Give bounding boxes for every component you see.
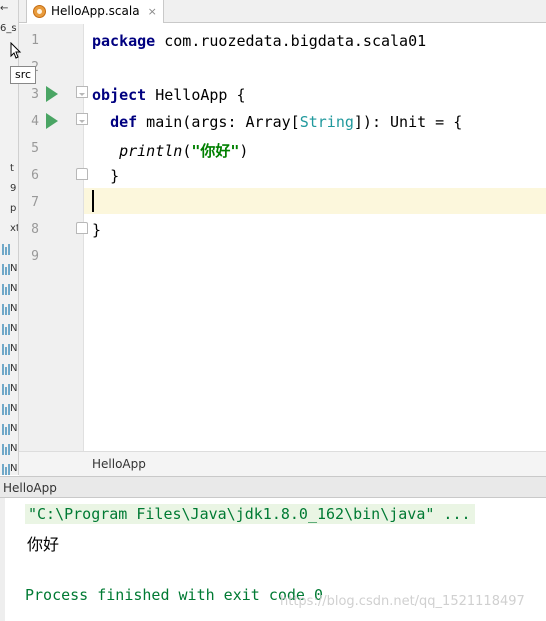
closing-brace: } xyxy=(92,221,102,239)
paren: ( xyxy=(182,142,192,160)
keyword: package xyxy=(92,32,156,50)
project-tree-label: 9 xyxy=(10,183,17,194)
string-literal: "你好" xyxy=(191,142,240,160)
project-tree-label: N xyxy=(10,463,18,474)
project-tree-item[interactable]: N xyxy=(0,420,18,441)
project-tree-label: N xyxy=(10,283,18,294)
editor-tab-bar: HelloApp.scala × xyxy=(19,0,546,23)
code-line-5: println("你好") xyxy=(92,140,248,161)
project-tree-label: t xyxy=(10,163,14,174)
project-tree-item[interactable]: N xyxy=(0,360,18,381)
line-number: 5 xyxy=(31,141,39,156)
project-tree-label: N xyxy=(10,443,18,454)
package-name: com.ruozedata.bigdata.scala01 xyxy=(155,32,427,50)
project-tree-item[interactable]: xte xyxy=(0,220,18,241)
function-call: println xyxy=(119,142,183,160)
project-tree-item[interactable]: N xyxy=(0,440,18,461)
scala-object-icon xyxy=(33,5,46,18)
run-console[interactable]: "C:\Program Files\Java\jdk1.8.0_162\bin\… xyxy=(0,498,546,621)
console-output: 你好 xyxy=(27,535,60,554)
current-line-highlight xyxy=(84,188,546,214)
project-tree-item[interactable]: N xyxy=(0,400,18,421)
method-signature: main(args: Array[ xyxy=(137,113,300,131)
line-number: 6 xyxy=(31,168,39,183)
project-tree-item[interactable]: N xyxy=(0,320,18,341)
code-line-4: def main(args: Array[String]): Unit = { xyxy=(92,113,462,131)
project-tree-item[interactable]: N xyxy=(0,460,18,475)
project-tree-label: N xyxy=(10,403,18,414)
project-tree-item[interactable]: ← xyxy=(0,0,18,21)
keyword: def xyxy=(110,113,138,131)
line-number: 9 xyxy=(31,249,39,264)
project-tree-label: 6_s xyxy=(0,23,17,34)
fold-end-main-icon[interactable] xyxy=(76,168,88,180)
project-tree-item[interactable] xyxy=(0,120,18,141)
line-number: 4 xyxy=(31,114,39,129)
close-icon[interactable]: × xyxy=(148,5,157,18)
line-number: 7 xyxy=(31,195,39,210)
project-tree-label: ← xyxy=(0,3,9,14)
project-tree-item[interactable] xyxy=(0,100,18,121)
project-tree-label: N xyxy=(10,423,18,434)
line-number: 3 xyxy=(31,87,39,102)
breadcrumb-item[interactable]: HelloApp xyxy=(92,457,146,471)
console-command[interactable]: "C:\Program Files\Java\jdk1.8.0_162\bin\… xyxy=(25,504,475,524)
watermark: https://blog.csdn.net/qq_1521118497 xyxy=(280,594,525,609)
project-tree-item[interactable]: N xyxy=(0,260,18,281)
run-panel-header: HelloApp xyxy=(0,476,546,498)
project-tree-item[interactable]: 6_s xyxy=(0,20,18,41)
project-tree-item[interactable] xyxy=(0,140,18,161)
console-exit-message: Process finished with exit code 0 xyxy=(25,586,324,604)
project-tree-label: p xyxy=(10,203,17,214)
project-tree-label: xte xyxy=(10,223,18,234)
type-name: String xyxy=(299,113,354,131)
tab-label: HelloApp.scala xyxy=(51,4,140,18)
tooltip: src xyxy=(10,66,37,84)
code-line-8: } xyxy=(92,221,101,239)
project-tree-label: N xyxy=(10,303,18,314)
project-tree-item[interactable]: N xyxy=(0,340,18,361)
run-object-icon[interactable] xyxy=(46,86,58,102)
run-tab-label[interactable]: HelloApp xyxy=(3,481,57,495)
tab-helloapp-scala[interactable]: HelloApp.scala × xyxy=(26,0,164,23)
project-tree-item[interactable]: N xyxy=(0,280,18,301)
project-tree-item[interactable]: N xyxy=(0,300,18,321)
project-tree-label: N xyxy=(10,363,18,374)
keyword: object xyxy=(92,86,147,104)
project-tree-item[interactable]: N xyxy=(0,380,18,401)
fold-main-icon[interactable] xyxy=(76,113,88,125)
fold-object-icon[interactable] xyxy=(76,86,88,98)
code-editor[interactable]: 1 2 3 4 5 6 7 8 9 package com.ruozedata.… xyxy=(19,24,546,451)
project-tree-item[interactable]: t xyxy=(0,160,18,181)
code-line-1: package com.ruozedata.bigdata.scala01 xyxy=(92,32,426,50)
project-tree-label: N xyxy=(10,343,18,354)
project-tree-item[interactable]: 9 xyxy=(0,180,18,201)
line-number: 8 xyxy=(31,222,39,237)
object-decl: HelloApp { xyxy=(146,86,246,104)
line-number: 1 xyxy=(31,33,39,48)
project-tree-label: N xyxy=(10,323,18,334)
editor-gutter: 1 2 3 4 5 6 7 8 9 xyxy=(19,24,88,451)
project-tree-item[interactable]: p xyxy=(0,200,18,221)
project-tree-label: N xyxy=(10,383,18,394)
code-line-6: } xyxy=(92,167,119,185)
paren: ) xyxy=(239,142,249,160)
fold-end-object-icon[interactable] xyxy=(76,222,88,234)
text-caret xyxy=(92,190,94,212)
code-line-3: object HelloApp { xyxy=(92,86,246,104)
mouse-cursor-icon xyxy=(10,42,22,59)
method-signature-end: ]): Unit = { xyxy=(353,113,463,131)
breadcrumb: HelloApp xyxy=(19,451,546,476)
project-tree-label: N xyxy=(10,263,18,274)
project-tree-item[interactable] xyxy=(0,240,18,261)
closing-brace: } xyxy=(110,167,120,185)
run-main-icon[interactable] xyxy=(46,113,58,129)
library-icon xyxy=(2,244,12,255)
